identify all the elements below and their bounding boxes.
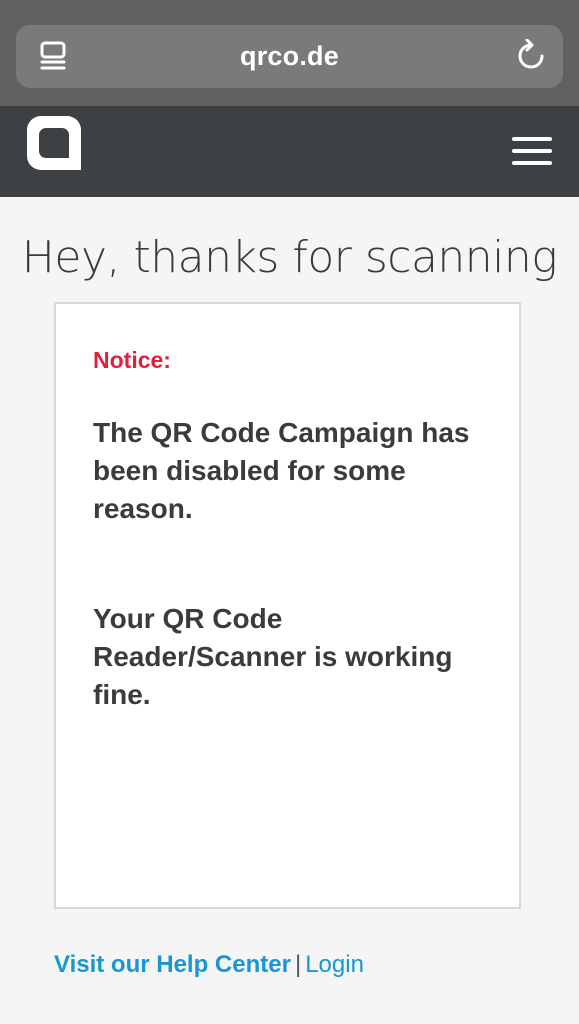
logo-icon[interactable] (27, 116, 81, 170)
help-center-link[interactable]: Visit our Help Center (54, 951, 291, 978)
site-header (0, 106, 579, 197)
notice-card: Notice: The QR Code Campaign has been di… (54, 302, 521, 909)
login-link[interactable]: Login (305, 951, 364, 978)
notice-message-disabled: The QR Code Campaign has been disabled f… (93, 417, 470, 524)
reload-icon[interactable] (515, 39, 547, 73)
address-bar[interactable]: qrco.de (16, 25, 563, 88)
hamburger-menu-icon[interactable] (512, 137, 552, 165)
browser-toolbar: qrco.de (0, 0, 579, 106)
page-title: Hey, thanks for scanning (21, 232, 558, 283)
url-text[interactable]: qrco.de (16, 25, 563, 88)
footer-links: Visit our Help Center | Login (54, 951, 364, 979)
notice-message-scanner-ok: Your QR Code Reader/Scanner is working f… (93, 603, 453, 710)
notice-label: Notice: (93, 347, 171, 373)
footer-separator: | (294, 951, 302, 978)
